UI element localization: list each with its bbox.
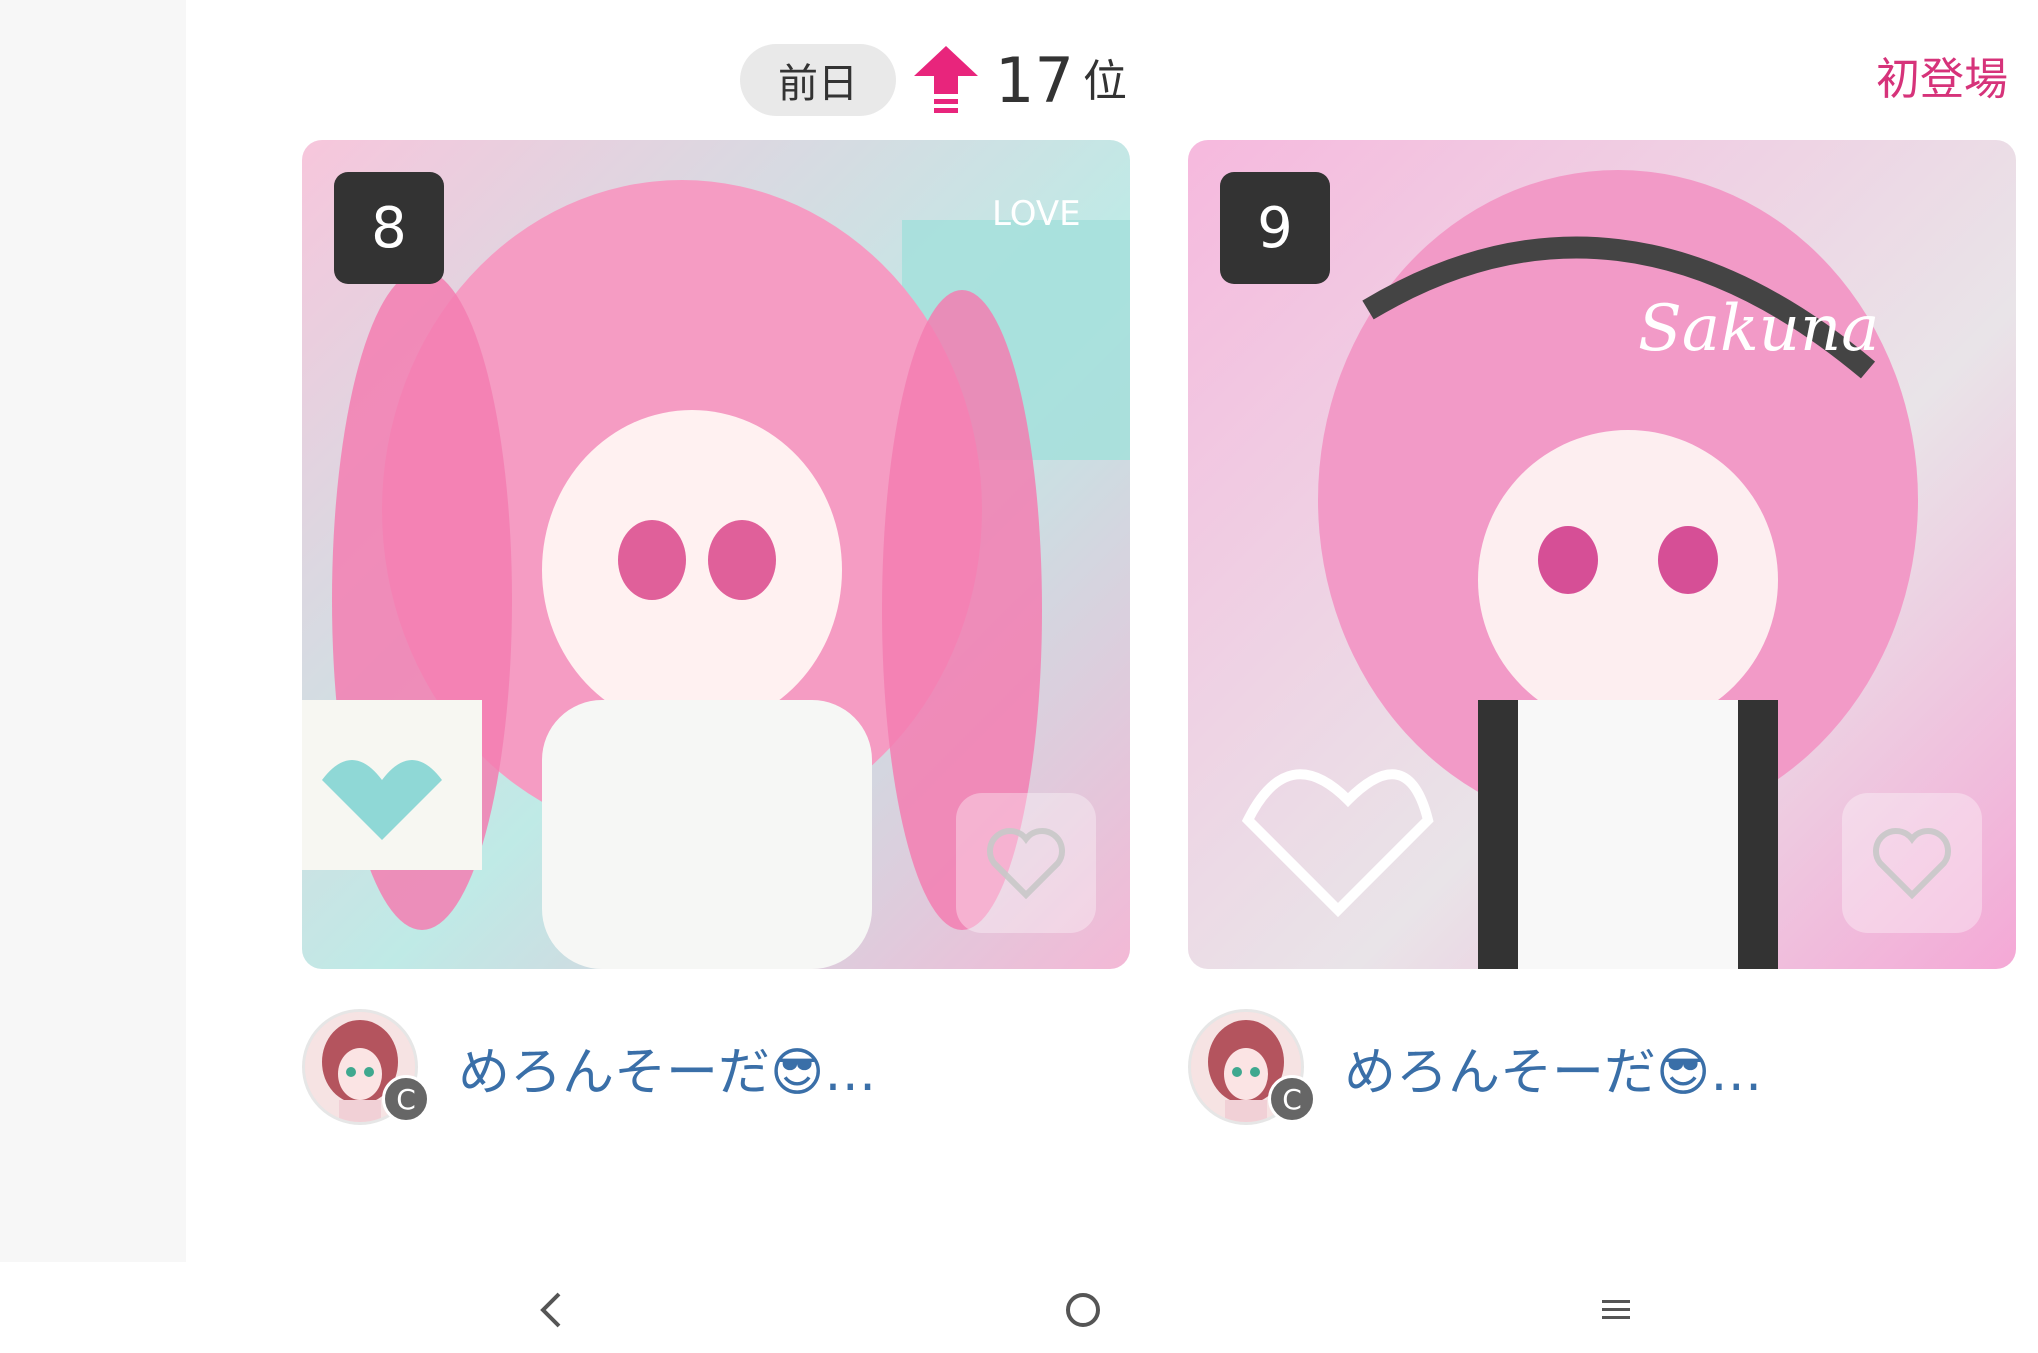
like-button[interactable] bbox=[1842, 793, 1982, 933]
back-chevron-icon bbox=[540, 1292, 561, 1328]
author-name[interactable]: めろんそーだ😎… bbox=[458, 1030, 876, 1105]
previous-day-label: 前日 bbox=[778, 61, 858, 107]
system-navigation-bar bbox=[0, 1262, 2038, 1353]
author-row[interactable]: C めろんそーだ😎… bbox=[1188, 1007, 1762, 1127]
svg-text:LOVE: LOVE bbox=[992, 194, 1081, 234]
author-avatar[interactable]: C bbox=[302, 1009, 430, 1125]
left-rail bbox=[0, 0, 186, 1262]
rank-unit: 位 bbox=[1083, 56, 1127, 107]
nav-menu-button[interactable] bbox=[1576, 1270, 1656, 1350]
up-arrow-icon bbox=[914, 46, 978, 113]
heart-icon bbox=[1873, 828, 1951, 899]
new-entry-label: 初登場 bbox=[1876, 54, 2008, 105]
creator-badge: C bbox=[382, 1075, 430, 1123]
rank-badge: 8 bbox=[334, 172, 444, 284]
author-avatar[interactable]: C bbox=[1188, 1009, 1316, 1125]
menu-lines-icon bbox=[1602, 1300, 1630, 1319]
artwork-card-8[interactable]: LOVE 8 bbox=[302, 140, 1130, 969]
author-name[interactable]: めろんそーだ😎… bbox=[1344, 1030, 1762, 1105]
rank-badge: 9 bbox=[1220, 172, 1330, 284]
nav-back-button[interactable] bbox=[510, 1270, 590, 1350]
artwork-card-9[interactable]: Sakuna 9 bbox=[1188, 140, 2016, 969]
nav-home-button[interactable] bbox=[1043, 1270, 1123, 1350]
creator-badge: C bbox=[1268, 1075, 1316, 1123]
home-circle-icon bbox=[1066, 1293, 1100, 1327]
author-row[interactable]: C めろんそーだ😎… bbox=[302, 1007, 876, 1127]
svg-text:Sakuna: Sakuna bbox=[1638, 292, 1879, 366]
previous-day-pill: 前日 bbox=[740, 44, 896, 116]
like-button[interactable] bbox=[956, 793, 1096, 933]
previous-rank-number: 17 bbox=[995, 44, 1074, 117]
heart-icon bbox=[987, 828, 1065, 899]
